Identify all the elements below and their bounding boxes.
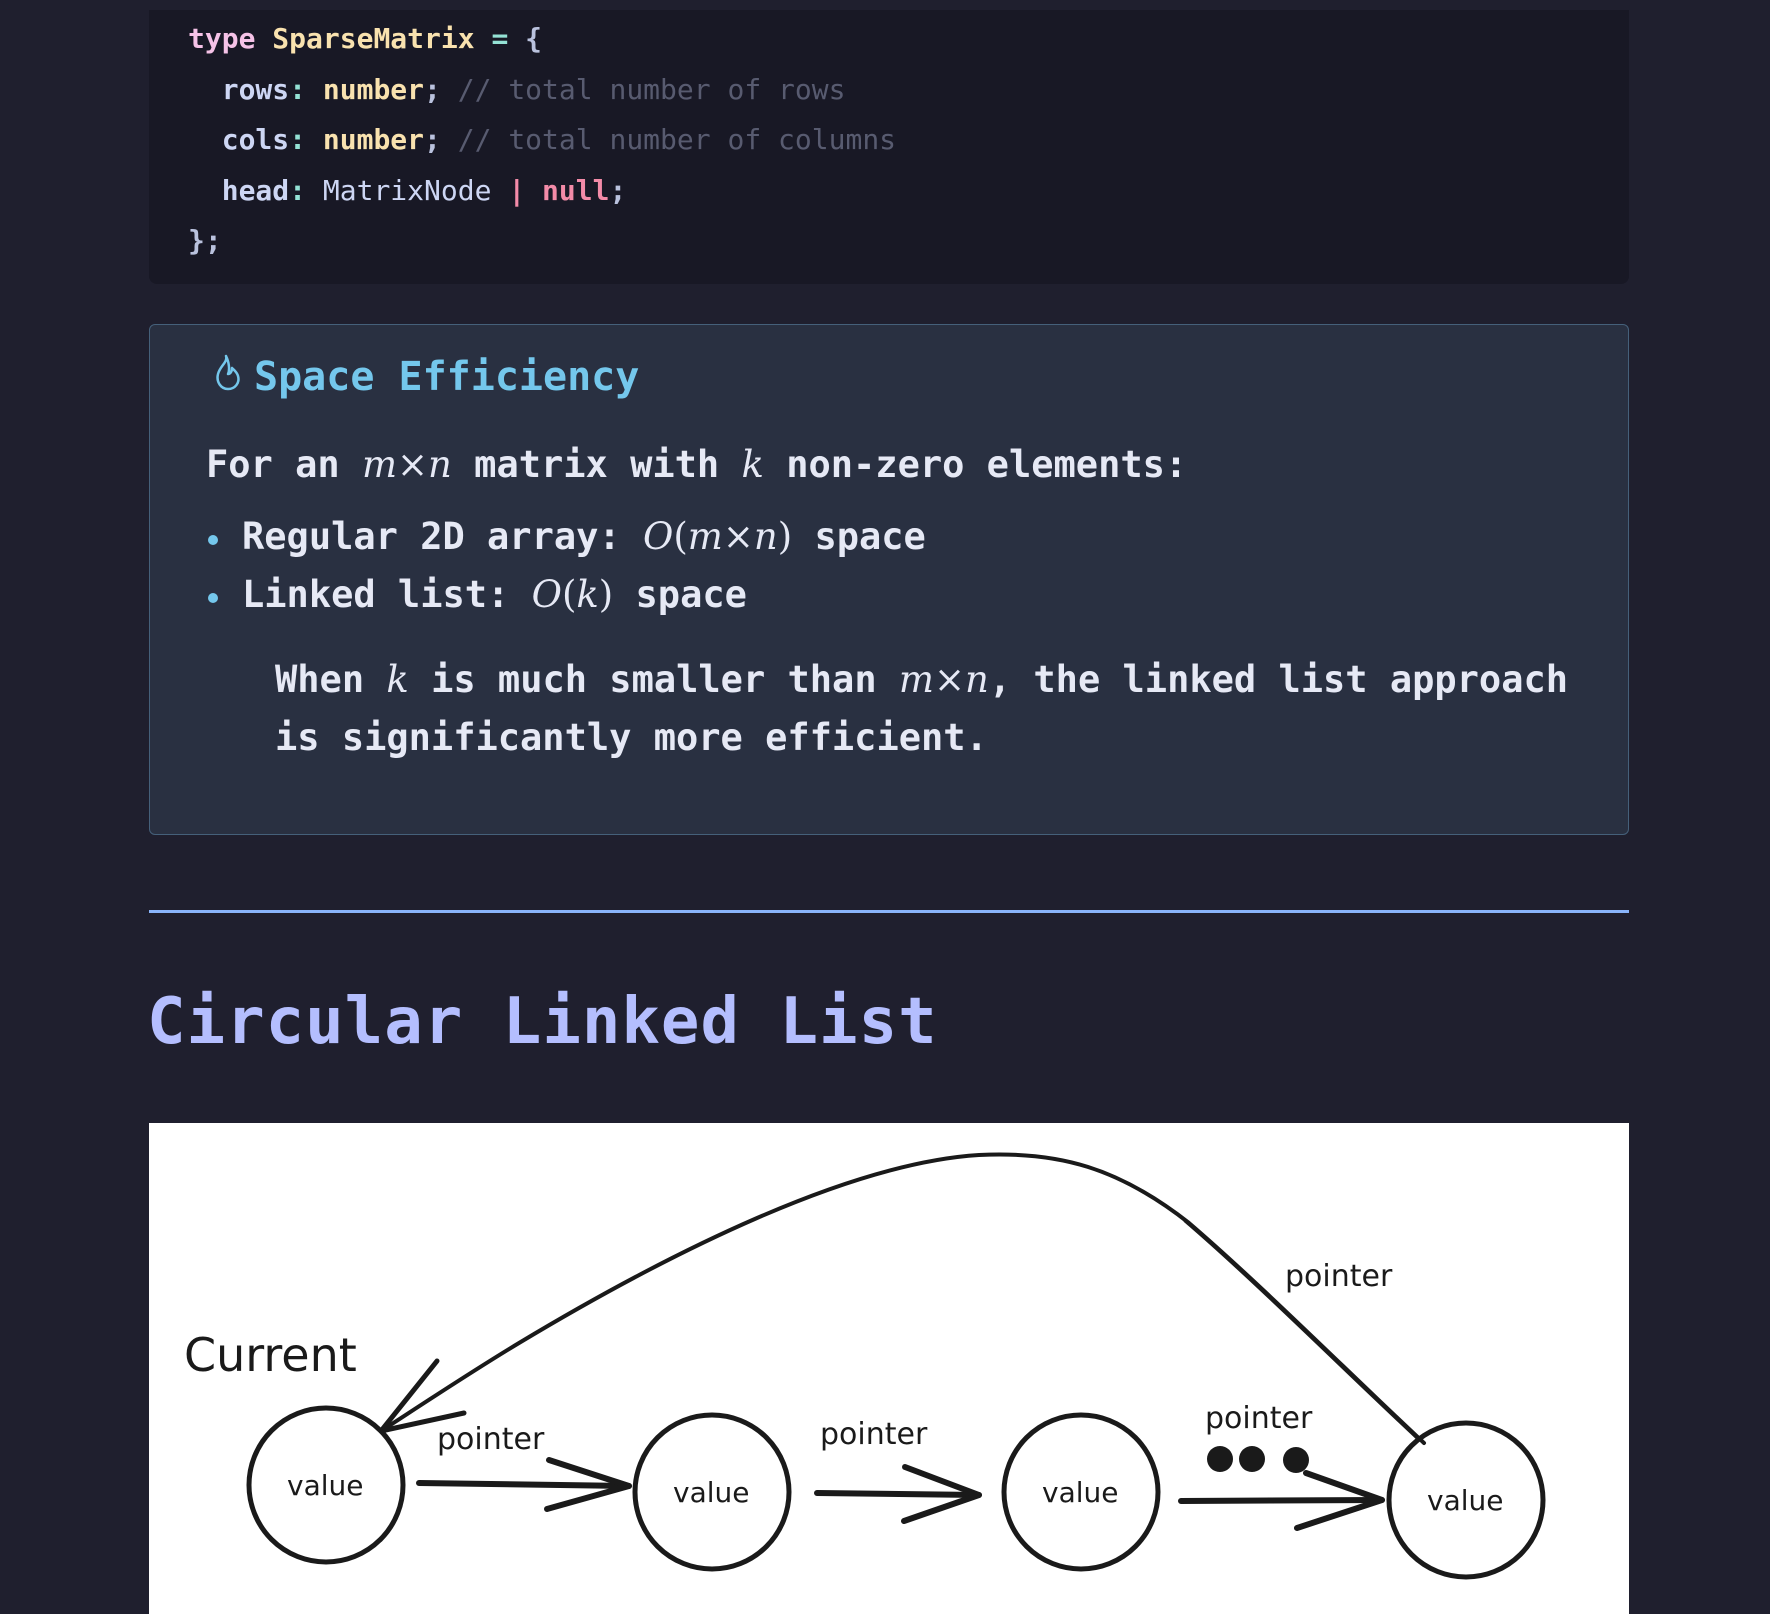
- bullet-suffix: space: [814, 515, 926, 558]
- code-line-2: rows: number; // total number of rows: [221, 72, 846, 106]
- ellipsis-dots: [1207, 1446, 1309, 1473]
- field-name: rows: [221, 72, 290, 106]
- node-label-3: value: [1042, 1476, 1118, 1509]
- section-heading: Circular Linked List: [147, 985, 938, 1059]
- math-paren: (: [673, 515, 688, 558]
- pointer-label-4: pointer: [1285, 1259, 1393, 1294]
- bullet-label: Linked list:: [242, 573, 510, 616]
- field-name: head: [221, 173, 290, 207]
- math-n: n: [753, 515, 778, 558]
- math-n: n: [965, 658, 989, 701]
- open-brace: {: [525, 22, 543, 55]
- node-label-2: value: [673, 1476, 749, 1509]
- math-paren: (: [561, 573, 577, 616]
- code-comment: // total number of rows: [457, 72, 846, 106]
- callout-title-text: Space Efficiency: [254, 354, 640, 400]
- pointer-label-2: pointer: [820, 1417, 928, 1452]
- note-prefix: When: [275, 658, 365, 701]
- math-times: ×: [397, 443, 429, 486]
- bullet-suffix: space: [635, 573, 747, 616]
- list-item-regular-array: Regular 2D array: O(m×n) space: [208, 515, 926, 558]
- pointer-arrow-1: [416, 1480, 632, 1489]
- callout-title: Space Efficiency: [212, 352, 639, 402]
- code-line-5: };: [188, 216, 1629, 267]
- math-O: O: [531, 573, 562, 616]
- bullet-dot: [208, 593, 218, 603]
- return-arrowhead: [378, 1358, 467, 1434]
- math-paren: ): [598, 573, 614, 616]
- math-m: m: [361, 443, 398, 486]
- callout-intro: For an m×n matrix with k non-zero elemen…: [206, 443, 1616, 486]
- note-middle: is much smaller than: [431, 658, 877, 701]
- math-k: k: [741, 443, 764, 486]
- page: type SparseMatrix = { rows: number; // t…: [0, 0, 1770, 1614]
- field-name: cols: [221, 123, 290, 156]
- field-type: number: [322, 72, 425, 106]
- code-comment: // total number of columns: [457, 123, 897, 156]
- math-times: ×: [934, 658, 966, 701]
- pointer-arrow-2: [814, 1490, 982, 1498]
- code-line-1: type SparseMatrix = {: [188, 14, 1629, 65]
- close-brace: };: [188, 224, 222, 257]
- math-O: O: [642, 515, 674, 558]
- space-efficiency-callout: Space Efficiency For an m×n matrix with …: [149, 324, 1629, 835]
- node-label-1: value: [287, 1469, 363, 1502]
- type-name: SparseMatrix: [272, 22, 475, 55]
- bullet-dot: [208, 535, 218, 545]
- intro-prefix: For an: [206, 443, 340, 486]
- field-type: number: [322, 123, 425, 156]
- union-operator: |: [508, 173, 526, 207]
- section-divider: [149, 910, 1629, 913]
- flame-icon: [212, 352, 244, 402]
- null-type: null: [542, 173, 610, 207]
- code-block: type SparseMatrix = { rows: number; // t…: [149, 10, 1629, 284]
- pointer-arrow-3: [1178, 1497, 1385, 1504]
- equals-operator: =: [491, 22, 509, 55]
- math-k: k: [386, 658, 409, 701]
- keyword-type: type: [188, 22, 256, 55]
- math-k: k: [576, 573, 599, 616]
- math-times: ×: [722, 515, 754, 558]
- callout-note: When k is much smaller than m×n, the lin…: [275, 651, 1585, 767]
- pointer-label-3: pointer: [1205, 1401, 1313, 1436]
- code-line-3: cols: number; // total number of columns: [221, 123, 897, 156]
- diagram-canvas: Current value value value value pointer …: [184, 1152, 1546, 1580]
- current-label: Current: [184, 1328, 357, 1382]
- intro-middle: matrix with: [474, 443, 720, 486]
- math-n: n: [428, 443, 452, 486]
- math-m: m: [687, 515, 723, 558]
- bullet-label: Regular 2D array:: [242, 515, 621, 558]
- node-label-4: value: [1427, 1484, 1503, 1517]
- circular-return-arrow: [379, 1152, 1426, 1445]
- list-item-linked-list: Linked list: O(k) space: [208, 573, 747, 616]
- pointer-label-1: pointer: [437, 1422, 545, 1457]
- intro-suffix: non-zero elements:: [786, 443, 1188, 486]
- circular-linked-list-diagram: Current value value value value pointer …: [149, 1123, 1629, 1614]
- field-type: MatrixNode: [322, 173, 492, 207]
- math-paren: ): [777, 515, 793, 558]
- code-line-4: head: MatrixNode | null;: [221, 173, 627, 207]
- math-m: m: [898, 658, 934, 701]
